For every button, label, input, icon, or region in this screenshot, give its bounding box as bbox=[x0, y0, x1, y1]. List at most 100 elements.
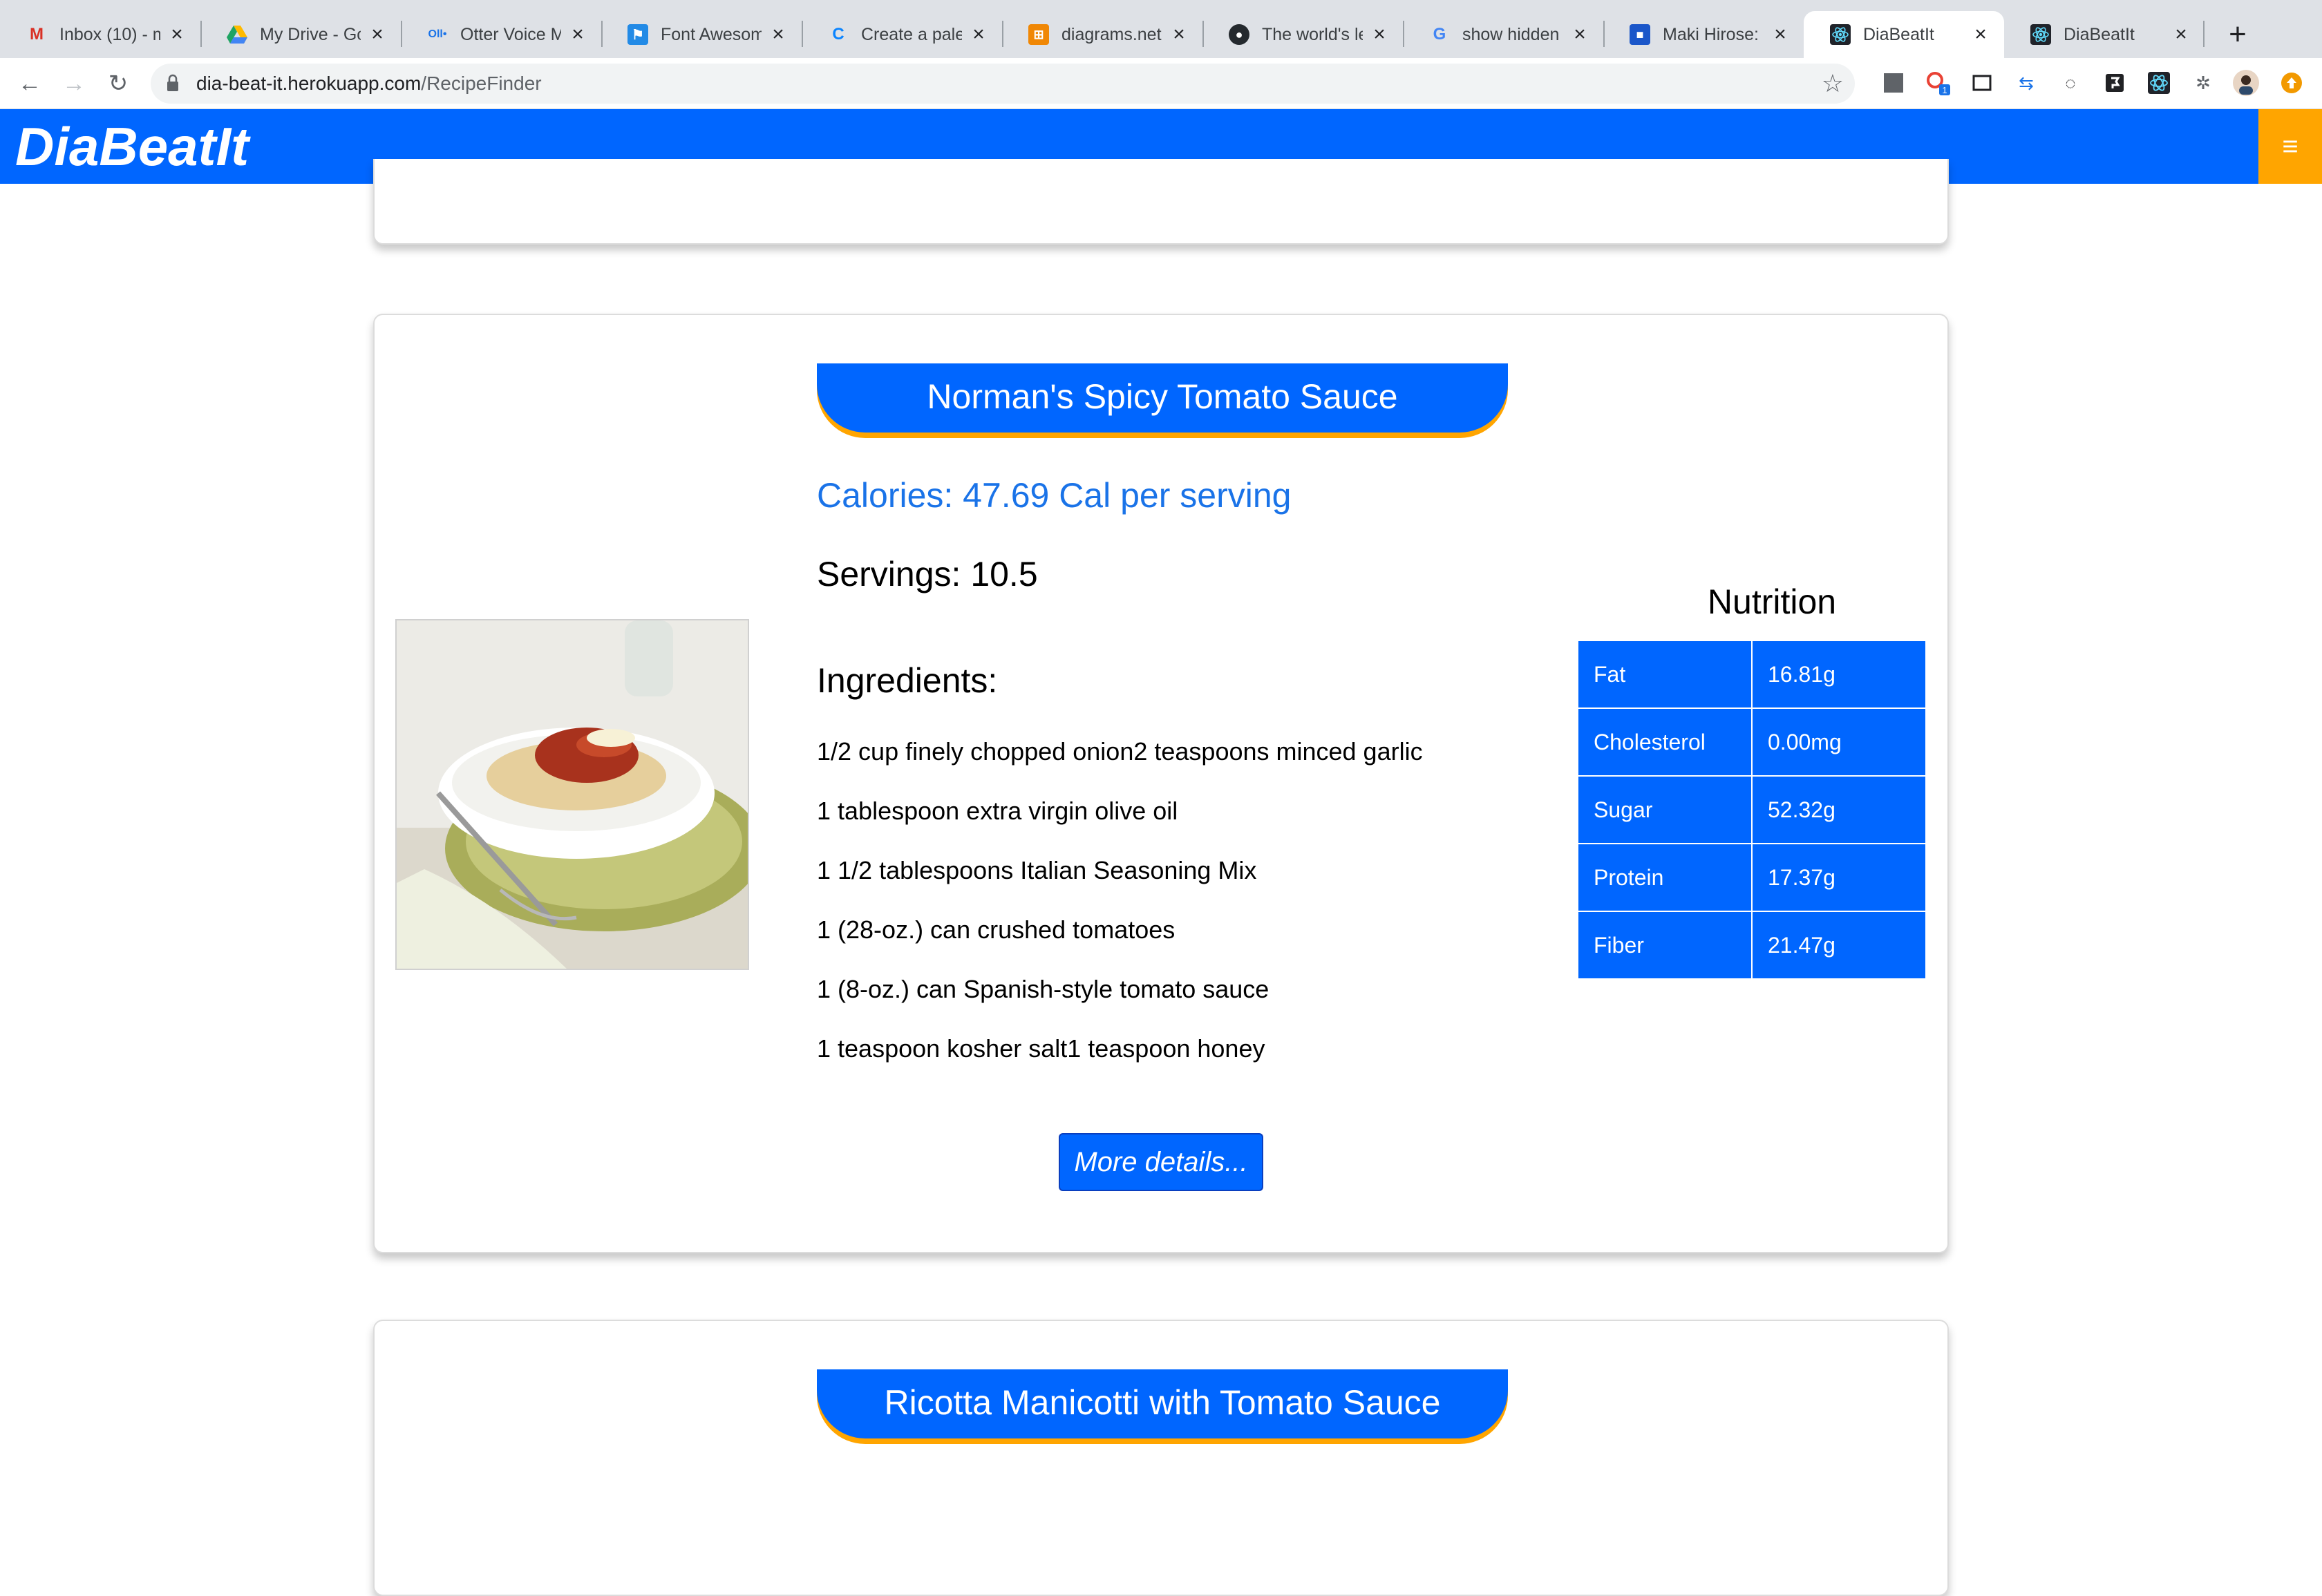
dev-tools-icon[interactable]: ◌ bbox=[2057, 69, 2084, 97]
ingredients-list: 1/2 cup finely chopped onion2 teaspoons … bbox=[817, 739, 1423, 1096]
list-item: 1 (8-oz.) can Spanish-style tomato sauce bbox=[817, 975, 1269, 1003]
close-icon[interactable]: × bbox=[1771, 23, 1790, 46]
table-row: Sugar 52.32g bbox=[1577, 775, 1927, 844]
close-icon[interactable]: × bbox=[2171, 23, 2191, 46]
transfer-icon[interactable]: ⇆ bbox=[2012, 69, 2040, 97]
tab-title: Create a palet bbox=[861, 24, 962, 44]
close-icon[interactable]: × bbox=[1570, 23, 1589, 46]
list-item: 1/2 cup finely chopped onion2 teaspoons … bbox=[817, 737, 1423, 766]
ingredients-heading: Ingredients: bbox=[817, 661, 998, 700]
tab-gmail[interactable]: M Inbox (10) - m × bbox=[0, 11, 200, 58]
table-row: Fiber 21.47g bbox=[1577, 911, 1927, 980]
nutrient-label: Sugar bbox=[1577, 775, 1753, 844]
nutrient-label: Protein bbox=[1577, 843, 1753, 912]
url-text: dia-beat-it.herokuapp.com/RecipeFinder bbox=[196, 64, 542, 104]
list-item: 1 tablespoon extra virgin olive oil bbox=[817, 797, 1178, 825]
recipe-card-previous bbox=[373, 159, 1949, 245]
forward-arrow-icon[interactable]: → bbox=[58, 68, 90, 99]
recipe-card-next: Ricotta Manicotti with Tomato Sauce bbox=[373, 1320, 1949, 1596]
close-icon[interactable]: × bbox=[1370, 23, 1389, 46]
tab-font-awesome[interactable]: ⚑ Font Awesome × bbox=[601, 11, 802, 58]
tab-separator bbox=[2203, 21, 2205, 47]
close-icon[interactable]: × bbox=[368, 23, 387, 46]
table-row: Cholesterol 0.00mg bbox=[1577, 707, 1927, 777]
close-icon[interactable]: × bbox=[1169, 23, 1189, 46]
close-icon[interactable]: × bbox=[167, 23, 187, 46]
extension-badge-icon[interactable]: 1 bbox=[1924, 69, 1952, 97]
svg-text:1: 1 bbox=[1942, 85, 1947, 95]
new-tab-button[interactable]: + bbox=[2218, 15, 2257, 54]
tab-diabeatit[interactable]: DiaBeatIt × bbox=[2004, 11, 2205, 58]
drive-icon bbox=[227, 24, 247, 45]
tab-maki-hirose[interactable]: ■ Maki Hirose: L × bbox=[1603, 11, 1804, 58]
close-icon[interactable]: × bbox=[768, 23, 788, 46]
github-icon: ● bbox=[1229, 24, 1249, 45]
tab-title: Inbox (10) - m bbox=[59, 24, 160, 44]
address-bar[interactable]: dia-beat-it.herokuapp.com/RecipeFinder ☆ bbox=[151, 64, 1855, 104]
servings-text: Servings: 10.5 bbox=[817, 555, 1038, 593]
close-icon[interactable]: × bbox=[969, 23, 988, 46]
list-item: 1 teaspoon kosher salt1 teaspoon honey bbox=[817, 1034, 1265, 1063]
gmail-icon: M bbox=[30, 25, 44, 44]
hamburger-menu-button[interactable]: ≡ bbox=[2258, 109, 2322, 184]
otter-icon: Oll• bbox=[428, 28, 447, 40]
browser-tab-strip: M Inbox (10) - m × My Drive - Go × Oll• … bbox=[0, 0, 2322, 58]
nutrient-label: Fiber bbox=[1577, 911, 1753, 980]
tab-title: Font Awesome bbox=[661, 24, 762, 44]
tab-title: Maki Hirose: L bbox=[1663, 24, 1764, 44]
bookmark-star-icon[interactable]: ☆ bbox=[1822, 69, 1844, 98]
extension-grid-icon[interactable] bbox=[1880, 69, 1907, 97]
tab-diabeatit-active[interactable]: DiaBeatIt × bbox=[1804, 11, 2004, 58]
coolors-icon: C bbox=[832, 25, 844, 44]
more-details-button[interactable]: More details... bbox=[1059, 1133, 1263, 1191]
recipe-title: Ricotta Manicotti with Tomato Sauce bbox=[817, 1369, 1508, 1438]
tab-title: DiaBeatIt bbox=[2064, 24, 2135, 44]
tab-github[interactable]: ● The world's le × bbox=[1202, 11, 1403, 58]
list-item: 1 (28-oz.) can crushed tomatoes bbox=[817, 915, 1176, 944]
tab-title: My Drive - Go bbox=[260, 24, 361, 44]
nutrient-label: Cholesterol bbox=[1577, 707, 1753, 777]
recipe-image bbox=[395, 619, 749, 970]
tab-coolors[interactable]: C Create a palet × bbox=[802, 11, 1002, 58]
nutrient-value: 52.32g bbox=[1751, 775, 1927, 844]
nutrition-table: Fat 16.81g Cholesterol 0.00mg Sugar 52.32g … bbox=[1577, 640, 1927, 980]
url-host: dia-beat-it.herokuapp.com bbox=[196, 73, 422, 94]
nutrition-heading: Nutrition bbox=[1707, 582, 1837, 621]
square-icon: ■ bbox=[1630, 24, 1650, 45]
react-devtools-icon[interactable] bbox=[2145, 69, 2173, 97]
react-icon bbox=[1830, 24, 1851, 45]
calories-text: Calories: 47.69 Cal per serving bbox=[817, 476, 1292, 515]
tab-title: show hidden f bbox=[1462, 24, 1563, 44]
react-icon bbox=[2030, 24, 2051, 45]
url-path: /RecipeFinder bbox=[421, 73, 542, 94]
tab-google-search[interactable]: G show hidden f × bbox=[1403, 11, 1603, 58]
puzzle-icon[interactable]: ✲ bbox=[2189, 69, 2217, 97]
nutrient-value: 21.47g bbox=[1751, 911, 1927, 980]
update-icon[interactable] bbox=[2278, 69, 2305, 97]
tab-otter[interactable]: Oll• Otter Voice M × bbox=[401, 11, 601, 58]
tab-title: DiaBeatIt bbox=[1863, 24, 1934, 44]
avatar[interactable] bbox=[2232, 69, 2260, 97]
nutrient-value: 16.81g bbox=[1751, 640, 1927, 709]
brand-logo[interactable]: DiaBeatIt bbox=[15, 117, 249, 175]
dark-flag-icon[interactable] bbox=[2101, 69, 2128, 97]
recipe-card: Norman's Spicy Tomato Sauce Calories: 47… bbox=[373, 314, 1949, 1253]
tab-title: Otter Voice M bbox=[460, 24, 561, 44]
pasta-plate-illustration bbox=[397, 620, 748, 969]
reload-icon[interactable]: ↻ bbox=[102, 68, 134, 99]
screenshot-icon[interactable] bbox=[1968, 69, 1996, 97]
nutrient-value: 17.37g bbox=[1751, 843, 1927, 912]
lock-icon bbox=[167, 74, 178, 91]
list-item: 1 1/2 tablespoons Italian Seasoning Mix bbox=[817, 856, 1257, 884]
back-arrow-icon[interactable]: ← bbox=[14, 68, 46, 99]
tab-diagrams[interactable]: ⊞ diagrams.net × bbox=[1002, 11, 1202, 58]
nutrient-value: 0.00mg bbox=[1751, 707, 1927, 777]
flag-icon: ⚑ bbox=[627, 24, 648, 45]
diagrams-icon: ⊞ bbox=[1028, 24, 1049, 45]
tab-drive[interactable]: My Drive - Go × bbox=[200, 11, 401, 58]
close-icon[interactable]: × bbox=[1971, 23, 1990, 46]
close-icon[interactable]: × bbox=[568, 23, 587, 46]
google-icon: G bbox=[1433, 25, 1446, 44]
tab-title: The world's le bbox=[1262, 24, 1363, 44]
tab-title: diagrams.net bbox=[1061, 24, 1162, 44]
